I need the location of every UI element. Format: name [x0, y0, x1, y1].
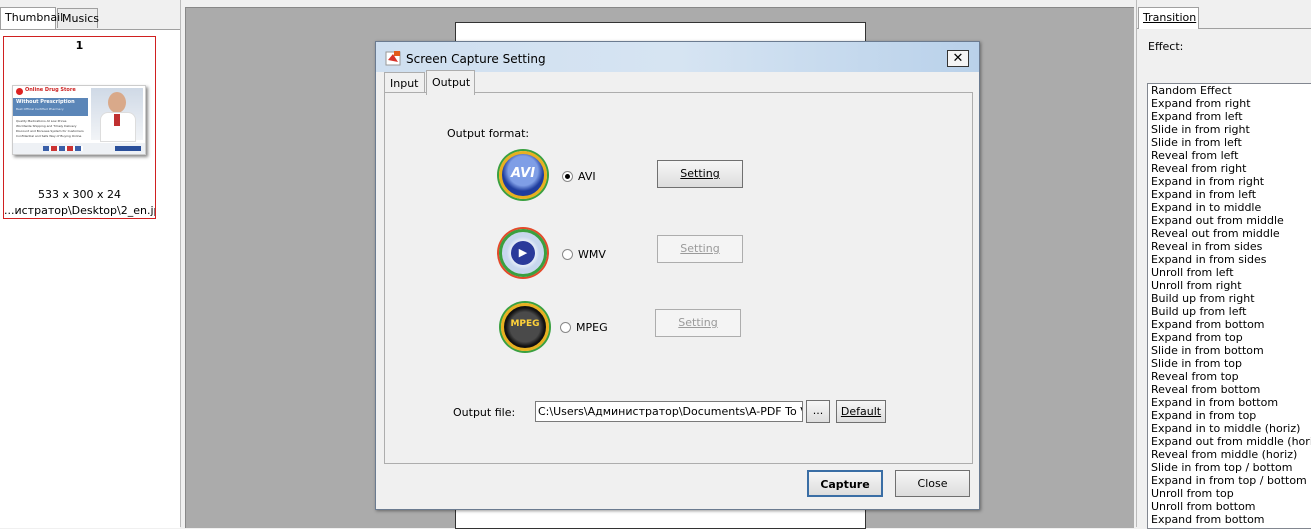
effect-item[interactable]: Unroll from right	[1148, 279, 1311, 292]
capture-button[interactable]: Capture	[807, 470, 883, 497]
effect-item[interactable]: Expand from bottom	[1148, 318, 1311, 331]
effect-item[interactable]: Build up from right	[1148, 292, 1311, 305]
effect-item[interactable]: Slide in from right	[1148, 123, 1311, 136]
screen-capture-dialog: Screen Capture Setting ✕ Input Output Ou…	[375, 41, 980, 510]
effect-item[interactable]: Unroll from left	[1148, 266, 1311, 279]
capture-label: Capture	[820, 478, 870, 491]
effect-item[interactable]: Slide in from top	[1148, 357, 1311, 370]
tab-input-label: Input	[390, 77, 419, 90]
thumbnail-list[interactable]: 1 Online Drug Store Without Prescription…	[0, 29, 180, 528]
tab-output[interactable]: Output	[426, 70, 475, 95]
thumbnail-preview: Online Drug Store Without Prescription B…	[12, 85, 146, 155]
wmv-setting-label: Setting	[680, 242, 720, 255]
preview-subhead: Best Official Certified Pharmacy	[16, 107, 64, 111]
tab-thumbnail[interactable]: Thumbnail	[0, 7, 63, 29]
default-label: Default	[840, 405, 882, 418]
effect-item[interactable]: Unroll from bottom	[1148, 500, 1311, 513]
app-icon	[385, 51, 401, 66]
effect-item[interactable]: Unroll from top	[1148, 487, 1311, 500]
effect-item[interactable]: Expand from bottom	[1148, 513, 1311, 526]
dialog-title: Screen Capture Setting	[406, 52, 546, 66]
wmv-radio[interactable]	[562, 249, 573, 260]
effect-item[interactable]: Expand in from top / bottom	[1148, 474, 1311, 487]
effect-list[interactable]: Random Effect Expand from right Expand fro…	[1147, 83, 1311, 529]
effect-item[interactable]: Expand in to middle	[1148, 201, 1311, 214]
mpeg-label: MPEG	[576, 321, 608, 334]
effect-item[interactable]: Reveal from right	[1148, 162, 1311, 175]
payment-logos-icon	[43, 146, 83, 151]
avi-icon: AVI	[499, 151, 547, 199]
preview-headline: Without Prescription	[16, 99, 75, 105]
browse-label: ...	[812, 404, 824, 417]
effect-item[interactable]: Slide in from left	[1148, 136, 1311, 149]
avi-setting-label: Setting	[680, 167, 720, 180]
play-icon: ▶	[511, 241, 535, 265]
effect-item[interactable]: Expand from left	[1148, 110, 1311, 123]
effect-item[interactable]: Expand in from bottom	[1148, 396, 1311, 409]
thumbnail-size: 533 x 300 x 24	[38, 188, 121, 201]
wmv-icon: ▶	[499, 229, 547, 277]
effect-label: Effect:	[1148, 40, 1184, 53]
effect-item[interactable]: Reveal from middle (horiz)	[1148, 448, 1311, 461]
mpeg-radio[interactable]	[560, 322, 571, 333]
close-label: Close	[917, 477, 948, 490]
mpeg-icon-text: MPEG	[510, 319, 540, 329]
wmv-label: WMV	[578, 248, 606, 261]
effect-item[interactable]: Expand in from left	[1148, 188, 1311, 201]
mpeg-setting-button[interactable]: Setting	[655, 309, 741, 337]
effect-item[interactable]: Expand in to middle (horiz)	[1148, 422, 1311, 435]
effect-item[interactable]: Expand out from middle (horiz)	[1148, 435, 1311, 448]
effect-item[interactable]: Reveal from top	[1148, 370, 1311, 383]
output-format-label: Output format:	[447, 127, 530, 140]
browse-button[interactable]: ...	[806, 400, 830, 423]
effect-item[interactable]: Expand out from middle	[1148, 214, 1311, 227]
thumbnail-path: ...истратор\Desktop\2_en.jpg	[4, 204, 155, 217]
wmv-setting-button[interactable]: Setting	[657, 235, 743, 263]
close-button[interactable]: Close	[895, 470, 970, 497]
close-icon[interactable]: ✕	[947, 50, 969, 67]
doctor-photo	[91, 88, 143, 142]
avi-setting-button[interactable]: Setting	[657, 160, 743, 188]
default-button[interactable]: Default	[836, 400, 886, 423]
effect-item[interactable]: Random Effect	[1148, 84, 1311, 97]
output-file-label: Output file:	[453, 406, 515, 419]
thumbnail-index: 1	[75, 39, 84, 52]
dialog-title-bar[interactable]: Screen Capture Setting ✕	[376, 42, 979, 72]
effect-item[interactable]: Reveal out from middle	[1148, 227, 1311, 240]
effect-item[interactable]: Build up from left	[1148, 305, 1311, 318]
effect-item[interactable]: Reveal from left	[1148, 149, 1311, 162]
tab-thumbnail-label: Thumbnail	[5, 11, 64, 24]
left-panel: Thumbnail Musics 1 Online Drug Store Wit…	[0, 0, 180, 528]
output-tab-panel: Output format: AVI AVI Setting ▶ WMV Set…	[384, 92, 973, 464]
tab-musics-label: Musics	[62, 12, 100, 25]
effect-item[interactable]: Expand in from sides	[1148, 253, 1311, 266]
effect-item[interactable]: Reveal from bottom	[1148, 383, 1311, 396]
output-file-input[interactable]: C:\Users\Администратор\Documents\A-PDF T…	[535, 401, 803, 422]
output-file-label-text: Output file:	[453, 406, 516, 419]
preview-bullet: Confidential and Safe Way of Buying Onli…	[16, 134, 82, 138]
mpeg-icon: MPEG	[501, 303, 549, 351]
effect-item[interactable]: Slide in from top / bottom	[1148, 461, 1311, 474]
pill-logo-icon	[16, 88, 23, 95]
tab-transition-label: Transition	[1143, 11, 1197, 24]
effect-item[interactable]: Expand in from top	[1148, 409, 1311, 422]
preview-bullets: Quality Medications At Low Prices Worldw…	[16, 119, 84, 139]
effect-item[interactable]: Reveal in from sides	[1148, 240, 1311, 253]
avi-radio[interactable]	[562, 171, 573, 182]
tab-transition[interactable]: Transition	[1138, 7, 1199, 29]
effect-item[interactable]: Expand in from right	[1148, 175, 1311, 188]
visa-logo-icon	[115, 146, 141, 151]
mpeg-setting-label: Setting	[678, 316, 718, 329]
tab-output-label: Output	[432, 76, 471, 89]
avi-icon-text: AVI	[510, 166, 536, 181]
thumbnail-card[interactable]: 1 Online Drug Store Without Prescription…	[3, 36, 156, 219]
tab-input[interactable]: Input	[384, 72, 425, 94]
avi-label: AVI	[578, 170, 596, 183]
effect-item[interactable]: Slide in from bottom	[1148, 344, 1311, 357]
preview-brand: Online Drug Store	[25, 87, 76, 93]
effect-item[interactable]: Expand from right	[1148, 97, 1311, 110]
effect-item[interactable]: Expand from top	[1148, 331, 1311, 344]
